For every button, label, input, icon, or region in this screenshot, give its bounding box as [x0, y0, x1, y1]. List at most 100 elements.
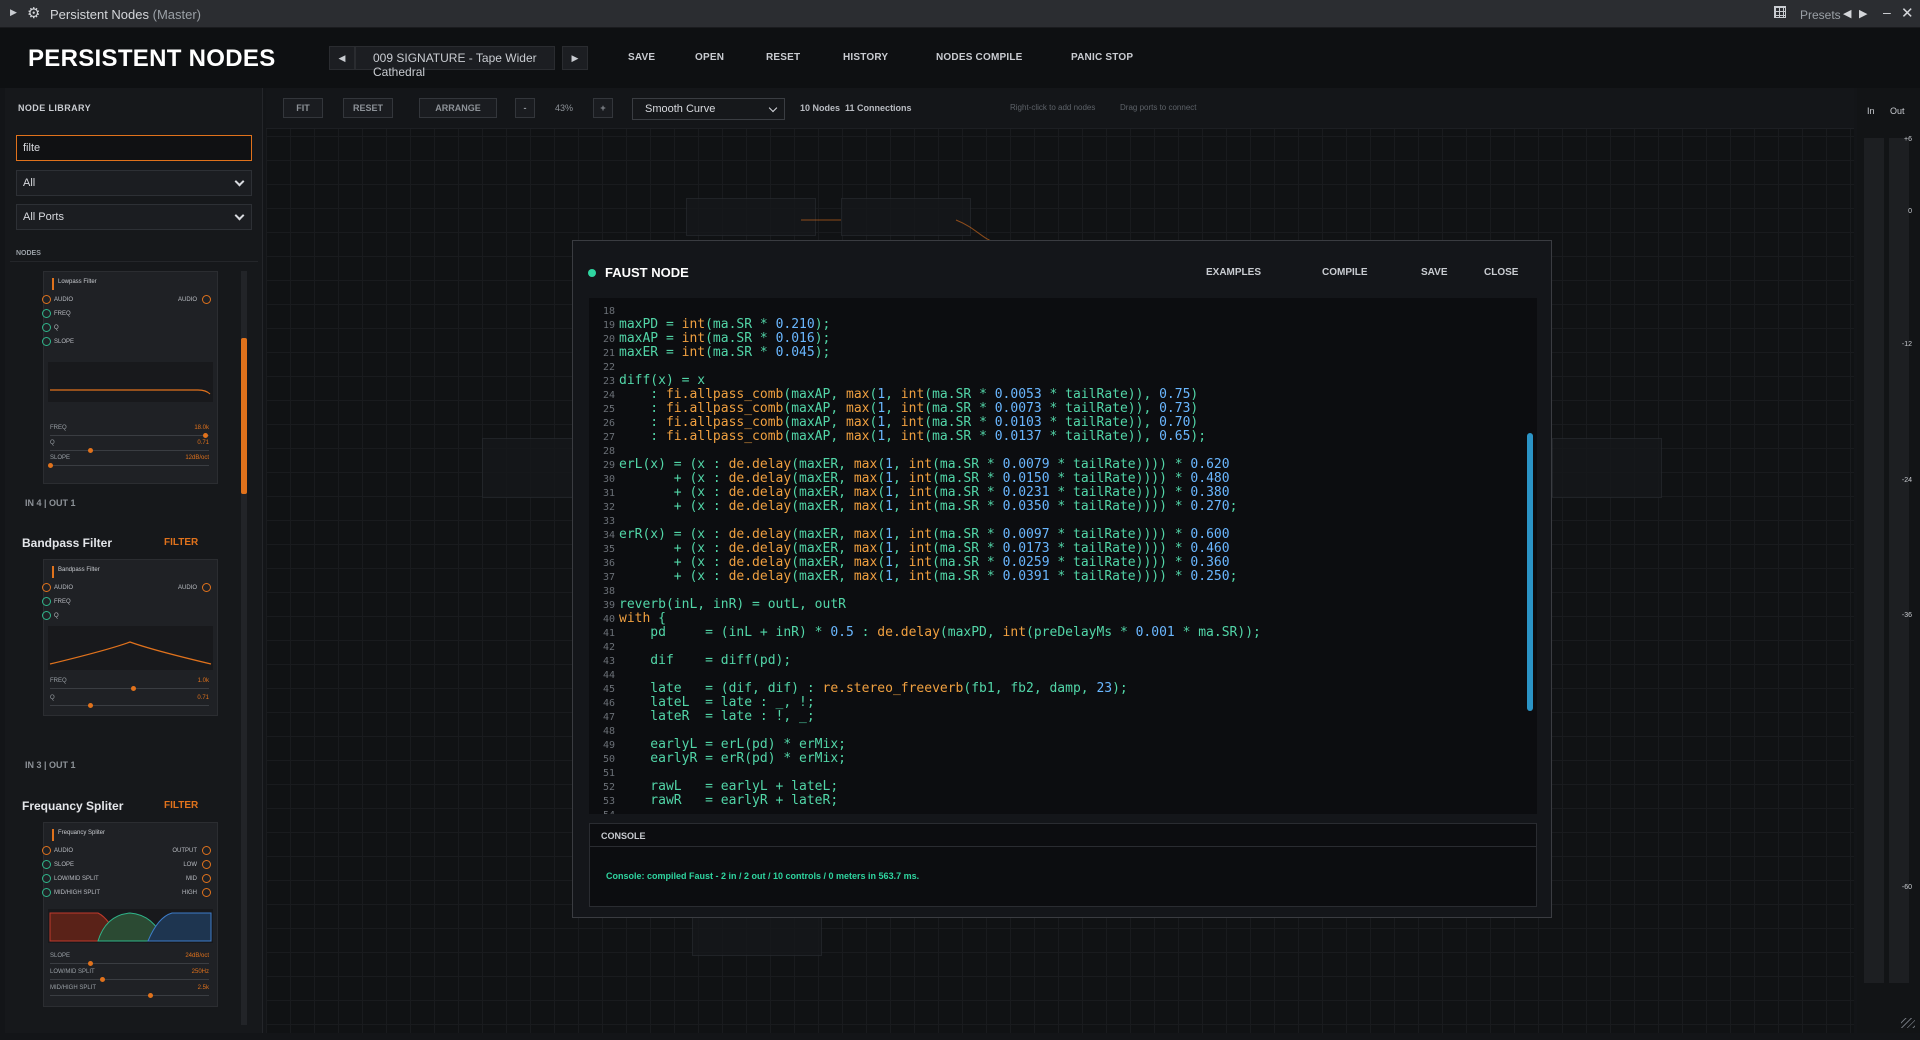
port-icon[interactable] — [202, 874, 211, 883]
code-line[interactable]: 36 + (x : de.delay(maxER, max(1, int(ma.… — [589, 556, 1230, 570]
open-button[interactable]: OPEN — [695, 52, 724, 63]
code-line[interactable]: 26 : fi.allpass_comb(maxAP, max(1, int(m… — [589, 416, 1198, 430]
code-line[interactable]: 44 — [589, 668, 619, 682]
ports-select[interactable]: All Ports — [16, 204, 252, 230]
compile-button[interactable]: COMPILE — [1322, 267, 1368, 278]
code-line[interactable]: 33 — [589, 514, 619, 528]
code-line[interactable]: 28 — [589, 444, 619, 458]
port-icon[interactable] — [42, 583, 51, 592]
preset-next-icon[interactable]: ▶ — [1859, 7, 1867, 20]
grid-icon[interactable] — [1774, 6, 1786, 18]
canvas-reset-button[interactable]: RESET — [343, 98, 393, 118]
code-line[interactable]: 42 — [589, 640, 619, 654]
code-line[interactable]: 23 diff(x) = x — [589, 374, 705, 388]
param-slider[interactable] — [50, 435, 209, 436]
port-icon[interactable] — [42, 309, 51, 318]
examples-button[interactable]: EXAMPLES — [1206, 267, 1261, 278]
port-icon[interactable] — [42, 888, 51, 897]
code-line[interactable]: 34 erR(x) = (x : de.delay(maxER, max(1, i… — [589, 528, 1230, 542]
port-icon[interactable] — [42, 337, 51, 346]
param-slider[interactable] — [50, 450, 209, 451]
code-line[interactable]: 49 earlyL = erL(pd) * erMix; — [589, 738, 846, 752]
code-line[interactable]: 18 — [589, 304, 619, 318]
node-card-bandpass[interactable]: Bandpass Filter AUDIO FREQ Q AUDIO FREQ 1… — [42, 559, 218, 716]
port-icon[interactable] — [42, 846, 51, 855]
modal-close-button[interactable]: CLOSE — [1484, 267, 1518, 278]
code-line[interactable]: 25 : fi.allpass_comb(maxAP, max(1, int(m… — [589, 402, 1198, 416]
param-slider[interactable] — [50, 979, 209, 980]
port-icon[interactable] — [202, 846, 211, 855]
code-line[interactable]: 53 rawR = earlyR + lateR; — [589, 794, 838, 808]
code-line[interactable]: 43 dif = diff(pd); — [589, 654, 791, 668]
code-line[interactable]: 21 maxER = int(ma.SR * 0.045); — [589, 346, 830, 360]
code-line[interactable]: 45 late = (dif, dif) : re.stereo_freever… — [589, 682, 1128, 696]
port-icon[interactable] — [42, 295, 51, 304]
code-line[interactable]: 39 reverb(inL, inR) = outL, outR — [589, 598, 846, 612]
port-icon[interactable] — [42, 323, 51, 332]
port-icon[interactable] — [42, 611, 51, 620]
param-slider[interactable] — [50, 963, 209, 964]
param-slider[interactable] — [50, 705, 209, 706]
next-preset-button[interactable]: ▶ — [562, 46, 588, 70]
code-scrollbar[interactable] — [1527, 433, 1533, 711]
code-editor[interactable]: 18 19 maxPD = int(ma.SR * 0.210); 20 maxAP =… — [589, 298, 1537, 814]
preset-prev-icon[interactable]: ◀ — [1843, 7, 1851, 20]
arrange-button[interactable]: ARRANGE — [419, 98, 497, 118]
gear-icon[interactable]: ⚙ — [27, 4, 40, 22]
code-line[interactable]: 47 lateR = late : !, _; — [589, 710, 815, 724]
param-slider[interactable] — [50, 995, 209, 996]
port-icon[interactable] — [202, 860, 211, 869]
expand-icon[interactable]: ▶ — [10, 7, 17, 18]
code-line[interactable]: 50 earlyR = erR(pd) * erMix; — [589, 752, 846, 766]
code-line[interactable]: 54 — [589, 808, 619, 814]
nodes-compile-button[interactable]: NODES COMPILE — [936, 52, 1023, 63]
sidebar-scroll-thumb[interactable] — [241, 338, 247, 494]
code-line[interactable]: 32 + (x : de.delay(maxER, max(1, int(ma.… — [589, 500, 1237, 514]
resize-grip-icon[interactable] — [1901, 1018, 1915, 1028]
close-window-icon[interactable]: ✕ — [1901, 4, 1914, 22]
code-line[interactable]: 35 + (x : de.delay(maxER, max(1, int(ma.… — [589, 542, 1230, 556]
port-icon[interactable] — [202, 583, 211, 592]
code-line[interactable]: 46 lateL = late : _, !; — [589, 696, 815, 710]
code-line[interactable]: 24 : fi.allpass_comb(maxAP, max(1, int(m… — [589, 388, 1198, 402]
minimize-icon[interactable]: – — [1883, 4, 1891, 20]
port-icon[interactable] — [42, 597, 51, 606]
curve-select[interactable]: Smooth Curve — [632, 98, 785, 120]
zoom-out-button[interactable]: - — [515, 98, 535, 118]
code-line[interactable]: 31 + (x : de.delay(maxER, max(1, int(ma.… — [589, 486, 1230, 500]
port-icon[interactable] — [42, 874, 51, 883]
prev-preset-button[interactable]: ◀ — [329, 46, 355, 70]
code-line[interactable]: 40 with { — [589, 612, 666, 626]
code-line[interactable]: 27 : fi.allpass_comb(maxAP, max(1, int(m… — [589, 430, 1206, 444]
code-line[interactable]: 52 rawL = earlyL + lateL; — [589, 780, 838, 794]
modal-save-button[interactable]: SAVE — [1421, 267, 1448, 278]
param-slider[interactable] — [50, 688, 209, 689]
code-line[interactable]: 30 + (x : de.delay(maxER, max(1, int(ma.… — [589, 472, 1230, 486]
panic-stop-button[interactable]: PANIC STOP — [1071, 52, 1133, 63]
save-button[interactable]: SAVE — [628, 52, 655, 63]
history-button[interactable]: HISTORY — [843, 52, 888, 63]
sidebar-divider — [10, 261, 258, 262]
reset-button[interactable]: RESET — [766, 52, 800, 63]
port-icon[interactable] — [202, 295, 211, 304]
code-line[interactable]: 37 + (x : de.delay(maxER, max(1, int(ma.… — [589, 570, 1237, 584]
fit-button[interactable]: FIT — [283, 98, 323, 118]
category-select[interactable]: All — [16, 170, 252, 196]
code-line[interactable]: 20 maxAP = int(ma.SR * 0.016); — [589, 332, 830, 346]
code-line[interactable]: 22 — [589, 360, 619, 374]
code-line[interactable]: 41 pd = (inL + inR) * 0.5 : de.delay(max… — [589, 626, 1261, 640]
code-line[interactable]: 48 — [589, 724, 619, 738]
port-icon[interactable] — [202, 888, 211, 897]
code-line[interactable]: 51 — [589, 766, 619, 780]
node-card-frequency-splitter[interactable]: Frequancy Spliter AUDIO SLOPE LOW/MID SP… — [42, 822, 218, 1007]
zoom-in-button[interactable]: + — [593, 98, 613, 118]
presets-label[interactable]: Presets — [1800, 8, 1841, 22]
node-card-lowpass[interactable]: Lowpass Filter AUDIO FREQ Q SLOPE AUDIO … — [42, 271, 218, 484]
port-icon[interactable] — [42, 860, 51, 869]
code-line[interactable]: 38 — [589, 584, 619, 598]
code-line[interactable]: 19 maxPD = int(ma.SR * 0.210); — [589, 318, 830, 332]
preset-name[interactable]: 009 SIGNATURE - Tape Wider Cathedral — [355, 46, 555, 79]
search-input[interactable]: filte — [16, 135, 252, 161]
param-slider[interactable] — [50, 465, 209, 466]
code-line[interactable]: 29 erL(x) = (x : de.delay(maxER, max(1, i… — [589, 458, 1230, 472]
